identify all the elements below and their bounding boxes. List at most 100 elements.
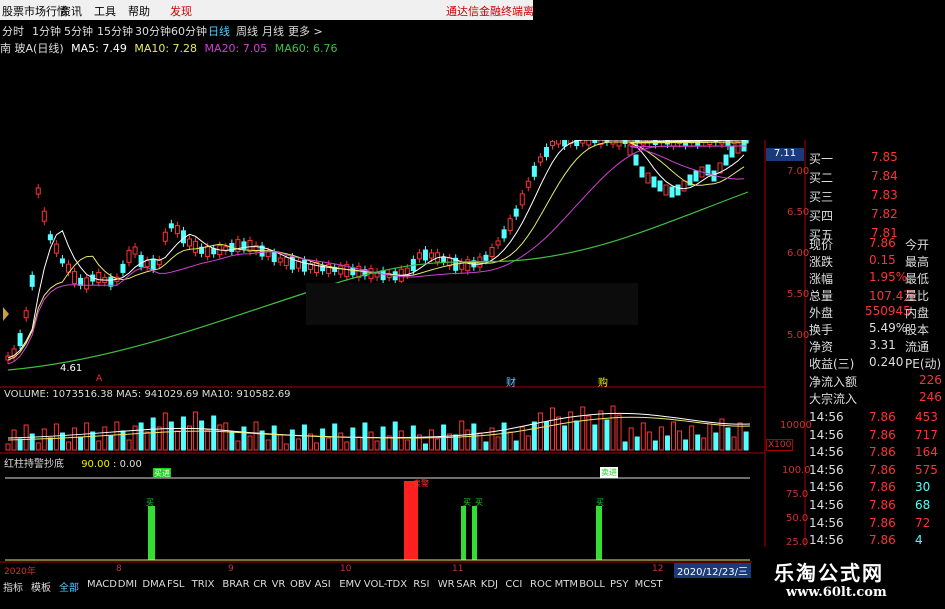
- volume-bar: [344, 441, 350, 451]
- scroll-left-icon[interactable]: [3, 307, 9, 321]
- volume-bar: [138, 422, 144, 451]
- candle: [344, 260, 350, 281]
- signal-label: 买: [596, 498, 604, 507]
- candle: [374, 268, 380, 282]
- volume-bar: [72, 427, 78, 451]
- indicator-tab[interactable]: TRIX: [192, 579, 215, 590]
- candle: [132, 243, 138, 259]
- candle: [519, 189, 525, 209]
- candle: [639, 166, 645, 178]
- candle: [645, 172, 651, 184]
- volume-bar: [556, 416, 562, 451]
- volume-bar: [277, 434, 283, 451]
- candle: [168, 219, 174, 232]
- indicator-tab[interactable]: DMI: [118, 579, 137, 590]
- volume-bar: [229, 431, 235, 451]
- volume-bar: [66, 441, 71, 451]
- indicator-tab[interactable]: CCI: [505, 579, 522, 590]
- candle: [657, 180, 663, 192]
- tick-time: 14:56: [809, 515, 844, 530]
- indicator-bar: [404, 481, 418, 560]
- tick-volume: 68: [915, 498, 931, 512]
- indicator-tab[interactable]: DMA: [142, 579, 165, 590]
- tick-volume: 717: [915, 427, 938, 442]
- volume-bar: [41, 428, 47, 451]
- indicator-tab[interactable]: CR: [253, 579, 267, 590]
- stat-value: 0.240: [869, 355, 904, 369]
- candle: [693, 170, 699, 182]
- stat-value: 0.15: [869, 253, 896, 267]
- signal-box-buy-2: 卖进: [600, 467, 618, 478]
- candle: [669, 186, 675, 198]
- indicator-tab[interactable]: ASI: [315, 579, 331, 590]
- ma-lines: [7, 139, 749, 371]
- volume-label: VOLUME: 1073516.38: [4, 389, 113, 400]
- candle: [277, 254, 283, 267]
- indicator-tab[interactable]: VOL-TDX: [364, 579, 407, 590]
- volume-bar: [47, 437, 53, 451]
- volume-bar: [247, 435, 253, 451]
- event-mark-finance[interactable]: 财: [506, 374, 516, 389]
- indicator-series: [5, 481, 750, 561]
- indicator-tab[interactable]: ROC: [530, 579, 552, 590]
- volume-bar: [314, 442, 320, 451]
- stat-label-2: PE(动): [905, 357, 942, 371]
- indicator-tab[interactable]: MTM: [555, 579, 578, 590]
- quote-row: 买二 7.84: [765, 167, 945, 187]
- indicator-tab[interactable]: BRAR: [222, 579, 249, 590]
- candle: [211, 244, 217, 258]
- indicator-name[interactable]: 红柱持警抄底: [4, 459, 64, 470]
- indicator-tab[interactable]: SAR: [456, 579, 476, 590]
- indicator-tab[interactable]: VR: [272, 579, 286, 590]
- indicator-tab[interactable]: EMV: [339, 579, 361, 590]
- volume-bar: [628, 427, 634, 451]
- candle: [35, 184, 41, 199]
- volume-bar: [217, 424, 223, 451]
- volume-bar: [156, 426, 162, 451]
- volume-bar: [658, 426, 664, 451]
- indicator-tab[interactable]: 全部: [59, 579, 79, 594]
- indicator-tab[interactable]: MACD: [87, 579, 117, 590]
- tick-price: 7.86: [869, 533, 896, 548]
- volume-bar: [580, 406, 586, 451]
- volume-bar: [241, 426, 247, 451]
- volume-bar: [338, 432, 344, 451]
- volume-bar: [622, 441, 628, 451]
- indicator-tab[interactable]: KDJ: [481, 579, 498, 590]
- volume-bar: [707, 423, 713, 451]
- volume-bar: [731, 436, 737, 451]
- indicator-tab[interactable]: BOLL: [579, 579, 605, 590]
- indicator-tab[interactable]: WR: [438, 579, 455, 590]
- volume-bar: [592, 424, 598, 451]
- candle: [199, 243, 205, 258]
- volume-bar: [465, 429, 471, 451]
- date-label: 11: [452, 564, 464, 574]
- indicator-tab[interactable]: MCST: [635, 579, 663, 590]
- volume-bar: [102, 426, 108, 451]
- candle: [489, 243, 495, 261]
- volume-bar: [108, 435, 114, 451]
- tick-time: 14:56: [809, 410, 844, 424]
- volume-bar: [531, 421, 537, 451]
- indicator-tab[interactable]: 指标: [3, 579, 23, 594]
- bid-price: 7.84: [871, 169, 898, 183]
- indicator-tab[interactable]: 模板: [31, 579, 51, 594]
- tick-time: 14:56: [809, 498, 844, 512]
- candle: [681, 180, 687, 192]
- event-mark-a: A: [96, 374, 103, 384]
- volume-bar: [689, 425, 695, 451]
- candle: [495, 236, 501, 249]
- volume-bar: [683, 439, 689, 451]
- candle: [416, 248, 422, 263]
- indicator-tab[interactable]: RSI: [413, 579, 429, 590]
- bid-price: 7.85: [871, 150, 898, 164]
- indicator-tab[interactable]: PSY: [610, 579, 629, 590]
- volume-bar: [677, 430, 683, 451]
- indicator-tab[interactable]: OBV: [290, 579, 311, 590]
- volume-bar: [646, 431, 652, 451]
- candle: [241, 237, 247, 253]
- volume-bar: [53, 423, 59, 451]
- indicator-tab[interactable]: FSL: [167, 579, 185, 590]
- event-mark-buyback[interactable]: 购: [598, 374, 608, 389]
- signal-label: 买: [146, 498, 154, 507]
